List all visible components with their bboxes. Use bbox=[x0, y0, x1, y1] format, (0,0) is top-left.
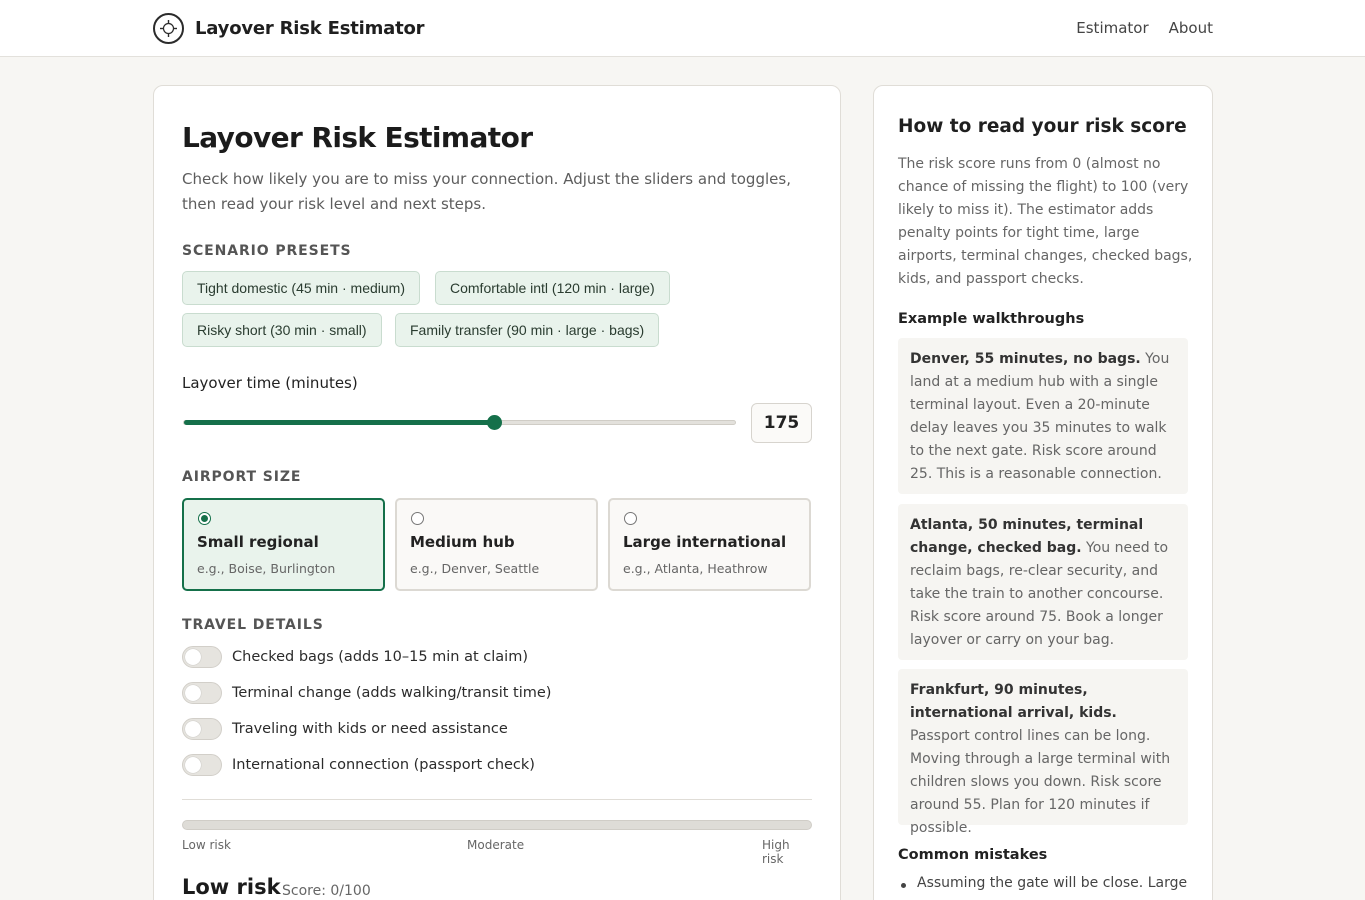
toggle-label: International connection (passport check… bbox=[232, 757, 535, 773]
preset-comfortable-intl[interactable]: Comfortable intl (120 min · large) bbox=[435, 271, 670, 305]
page-description: Check how likely you are to miss your co… bbox=[182, 170, 791, 213]
brand[interactable]: Layover Risk Estimator bbox=[153, 13, 425, 44]
side-title: How to read your risk score bbox=[898, 116, 1187, 137]
risk-score: Score: 0/100 bbox=[282, 883, 371, 899]
example-lead: Denver, 55 minutes, no bags. bbox=[910, 351, 1141, 367]
nav-estimator[interactable]: Estimator bbox=[1076, 19, 1148, 37]
airport-option-large[interactable]: Large international e.g., Atlanta, Heath… bbox=[608, 498, 811, 591]
toggle-switch[interactable] bbox=[182, 646, 222, 668]
example-lead: Frankfurt, 90 minutes, international arr… bbox=[910, 682, 1117, 721]
toggle-switch[interactable] bbox=[182, 718, 222, 740]
airport-option-name: Large international bbox=[623, 533, 787, 551]
risk-tick-high: High risk bbox=[762, 838, 790, 866]
mistake-text: Assuming the gate will be close. Large bbox=[917, 875, 1188, 891]
airport-option-small[interactable]: Small regional e.g., Boise, Burlington bbox=[182, 498, 385, 591]
toggle-label: Traveling with kids or need assistance bbox=[232, 721, 508, 737]
nav-about[interactable]: About bbox=[1169, 19, 1213, 37]
toggle-international[interactable]: International connection (passport check… bbox=[182, 754, 535, 776]
toggle-terminal-change[interactable]: Terminal change (adds walking/transit ti… bbox=[182, 682, 551, 704]
layover-label: Layover time (minutes) bbox=[182, 374, 358, 392]
example-body: Passport control lines can be long. Movi… bbox=[910, 728, 1171, 836]
examples-title: Example walkthroughs bbox=[898, 311, 1085, 327]
airport-size-label: AIRPORT SIZE bbox=[182, 469, 302, 485]
example-body: You need to reclaim bags, re-clear secur… bbox=[910, 540, 1169, 648]
side-description: The risk score runs from 0 (almost no ch… bbox=[898, 156, 1193, 287]
toggle-kids-assistance[interactable]: Traveling with kids or need assistance bbox=[182, 718, 508, 740]
presets-label: SCENARIO PRESETS bbox=[182, 243, 352, 259]
airport-option-medium[interactable]: Medium hub e.g., Denver, Seattle bbox=[395, 498, 598, 591]
risk-tick-low: Low risk bbox=[182, 838, 231, 852]
top-bar: Layover Risk Estimator Estimator About bbox=[0, 0, 1365, 57]
example-denver: Denver, 55 minutes, no bags. You land at… bbox=[898, 338, 1188, 494]
risk-meter bbox=[182, 820, 812, 830]
toggle-label: Checked bags (adds 10–15 min at claim) bbox=[232, 649, 528, 665]
risk-level: Low risk bbox=[182, 875, 281, 899]
risk-tick-moderate: Moderate bbox=[467, 838, 525, 852]
example-atlanta: Atlanta, 50 minutes, terminal change, ch… bbox=[898, 504, 1188, 660]
page-title: Layover Risk Estimator bbox=[182, 121, 533, 154]
layover-value-input[interactable]: 175 bbox=[751, 403, 812, 443]
estimator-card: Layover Risk Estimator Check how likely … bbox=[153, 85, 841, 900]
brand-title: Layover Risk Estimator bbox=[195, 18, 425, 39]
radio-icon[interactable] bbox=[411, 512, 424, 525]
toggle-switch[interactable] bbox=[182, 754, 222, 776]
slider-fill bbox=[184, 420, 494, 425]
travel-details-label: TRAVEL DETAILS bbox=[182, 617, 324, 633]
toggle-switch[interactable] bbox=[182, 682, 222, 704]
example-frankfurt: Frankfurt, 90 minutes, international arr… bbox=[898, 669, 1188, 836]
airport-option-example: e.g., Atlanta, Heathrow bbox=[623, 561, 768, 576]
info-card: How to read your risk score The risk sco… bbox=[873, 85, 1213, 900]
preset-family-transfer[interactable]: Family transfer (90 min · large · bags) bbox=[395, 313, 660, 347]
example-body: You land at a medium hub with a single t… bbox=[910, 351, 1170, 482]
preset-tight-domestic[interactable]: Tight domestic (45 min · medium) bbox=[182, 271, 420, 305]
airport-option-name: Small regional bbox=[197, 533, 319, 551]
top-nav: Estimator About bbox=[1076, 19, 1213, 37]
slider-thumb[interactable] bbox=[486, 415, 502, 430]
radio-icon[interactable] bbox=[624, 512, 637, 525]
mistakes-title: Common mistakes bbox=[898, 847, 1048, 863]
airport-option-name: Medium hub bbox=[410, 533, 515, 551]
layover-slider[interactable] bbox=[183, 415, 736, 430]
mistake-item: Assuming the gate will be close. Large bbox=[898, 875, 1187, 891]
airport-option-example: e.g., Denver, Seattle bbox=[410, 561, 540, 576]
radio-icon[interactable] bbox=[198, 512, 211, 525]
airport-option-example: e.g., Boise, Burlington bbox=[197, 561, 336, 576]
preset-risky-short[interactable]: Risky short (30 min · small) bbox=[182, 313, 382, 347]
compass-icon bbox=[153, 13, 184, 44]
divider bbox=[182, 799, 812, 800]
bullet-icon bbox=[901, 883, 906, 888]
toggle-checked-bags[interactable]: Checked bags (adds 10–15 min at claim) bbox=[182, 646, 528, 668]
toggle-label: Terminal change (adds walking/transit ti… bbox=[232, 685, 552, 701]
